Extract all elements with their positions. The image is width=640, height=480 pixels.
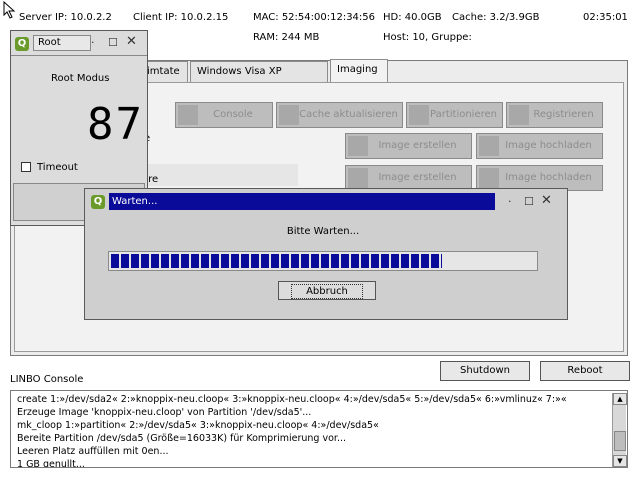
timeout-label: Timeout (37, 162, 78, 173)
scroll-down-icon[interactable]: ▼ (613, 455, 627, 467)
maximize-icon[interactable]: ☐ (524, 196, 534, 208)
os-row-highlight (140, 164, 298, 186)
console-line: 1 GB genullt... (17, 459, 85, 468)
close-icon[interactable]: ✕ (541, 194, 552, 207)
console-line: mk_cloop 1:»partition« 2:»/dev/sda5« 3:»… (17, 420, 379, 431)
minimize-icon[interactable]: · (508, 196, 512, 208)
console-line: create 1:»/dev/sda2« 2:»knoppix-neu.cloo… (17, 394, 567, 405)
root-window-title[interactable]: Root (33, 35, 91, 51)
console-scrollbar[interactable]: ▲ ▼ (612, 393, 627, 467)
reboot-button[interactable]: Reboot (540, 361, 630, 381)
q-app-icon: Q (15, 37, 29, 51)
console-output[interactable]: create 1:»/dev/sda2« 2:»knoppix-neu.cloo… (10, 390, 628, 468)
cache-update-button[interactable]: Cache aktualisieren (276, 102, 403, 128)
shutdown-button[interactable]: Shutdown (440, 361, 530, 381)
client-ip: Client IP: 10.0.2.15 (133, 12, 229, 23)
close-icon[interactable]: ✕ (126, 35, 137, 48)
mouse-cursor-icon (3, 1, 16, 19)
partition-button[interactable]: Partitionieren (406, 102, 503, 128)
cache-size: Cache: 3.2/3.9GB (452, 12, 540, 23)
ram-size: RAM: 244 MB (253, 32, 320, 43)
register-button[interactable]: Registrieren (506, 102, 603, 128)
tab-imaging[interactable]: Imaging (330, 59, 388, 83)
wait-message: Bitte Warten... (286, 226, 360, 237)
title-divider (11, 55, 147, 56)
q-app-icon: Q (91, 195, 105, 209)
clock: 02:35:01 (583, 12, 628, 23)
hd-size: HD: 40.0GB (383, 12, 442, 23)
console-line: Erzeuge Image 'knoppix-neu.cloop' von Pa… (17, 407, 312, 418)
wait-dialog-title[interactable]: Warten... (109, 193, 495, 210)
progress-bar (108, 251, 538, 271)
console-line: Bereite Partition /dev/sda5 (Größe=16033… (17, 433, 347, 444)
root-mode-label: Root Modus (51, 73, 110, 84)
console-title: LINBO Console (10, 374, 84, 385)
mac-address: MAC: 52:54:00:12:34:56 (253, 12, 376, 23)
create-image-button-1[interactable]: Image erstellen (345, 133, 472, 159)
scroll-thumb[interactable] (614, 431, 626, 451)
console-button[interactable]: Console (175, 102, 273, 128)
cancel-button[interactable]: Abbruch (278, 281, 376, 300)
server-ip: Server IP: 10.0.2.2 (19, 12, 112, 23)
tab-windows-xp[interactable]: Windows Visa XP VMware (190, 61, 328, 97)
timeout-checkbox[interactable] (21, 162, 31, 172)
host-group: Host: 10, Gruppe: (383, 32, 472, 43)
upload-image-button-1[interactable]: Image hochladen (476, 133, 603, 159)
console-line: Leeren Platz auffüllen mit 0en... (17, 446, 169, 457)
countdown-display: 87 (87, 99, 144, 150)
scroll-up-icon[interactable]: ▲ (613, 393, 627, 405)
cancel-button-label: Abbruch (291, 284, 363, 299)
minimize-icon[interactable]: · (91, 37, 95, 49)
progress-fill (111, 254, 442, 268)
maximize-icon[interactable]: ☐ (108, 37, 118, 49)
